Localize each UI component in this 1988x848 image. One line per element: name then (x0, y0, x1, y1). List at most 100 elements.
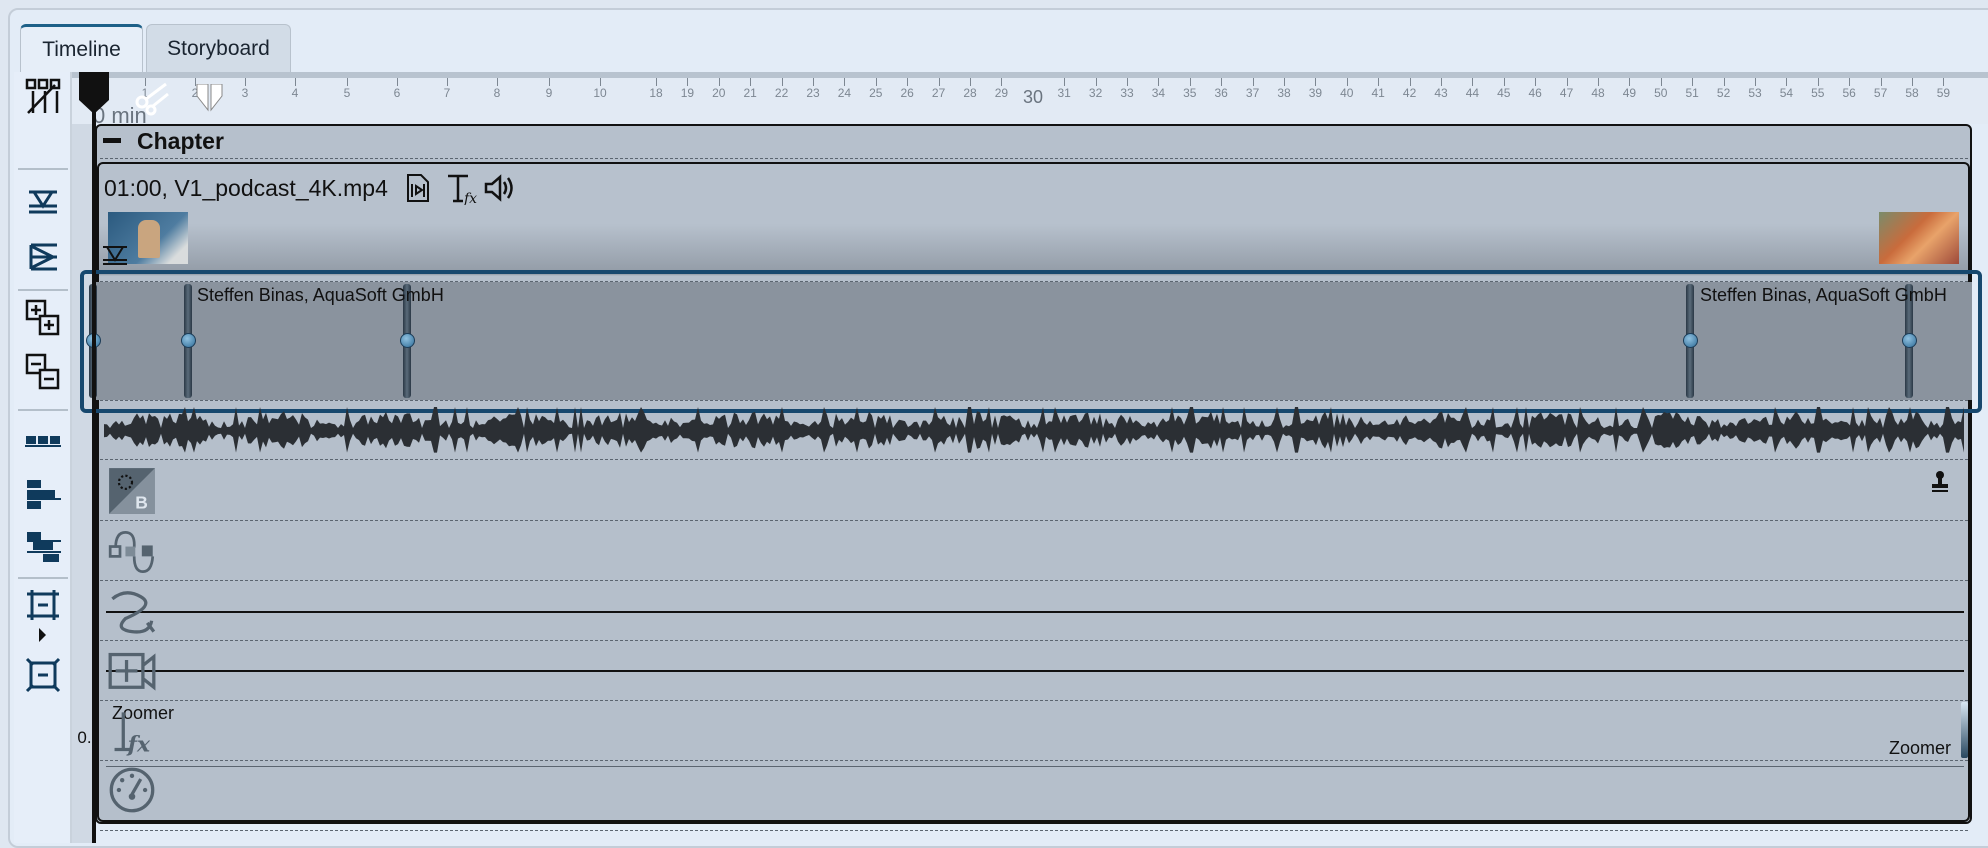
remove-tracks-icon (25, 353, 60, 390)
color-correction-icon[interactable]: B (108, 467, 156, 515)
zoomer-label-end: Zoomer (1889, 738, 1952, 758)
ruler-label: 48 (1591, 86, 1605, 100)
playhead-handle[interactable] (78, 72, 110, 114)
ruler-tick (1189, 78, 1191, 86)
ruler-label: 10 (593, 86, 607, 100)
ruler-label: 49 (1622, 86, 1637, 100)
ruler-tick (1598, 78, 1599, 86)
ruler-label: 32 (1088, 86, 1103, 100)
ruler-label: 50 (1654, 86, 1668, 100)
ruler-tick (781, 78, 783, 86)
ruler-label: 38 (1277, 86, 1291, 100)
text-effect-icon[interactable]: fx (446, 173, 478, 205)
stamp-icon[interactable] (1930, 470, 1950, 494)
insert-marker-icon (103, 246, 127, 265)
ruler-tick (1503, 78, 1505, 86)
clip-title: 01:00, V1_podcast_4K.mp4 (104, 175, 388, 201)
ruler-label: 54 (1779, 86, 1794, 100)
ruler-tick (497, 78, 498, 86)
ruler-label: 43 (1434, 86, 1448, 100)
ruler-label: 51 (1685, 86, 1699, 100)
ruler-label: 59 (1936, 86, 1951, 100)
scissors-icon[interactable] (134, 80, 174, 116)
ruler-label: 44 (1465, 86, 1480, 100)
tab-timeline[interactable]: Timeline (20, 24, 143, 72)
align-clips-button[interactable] (22, 422, 64, 462)
playhead-line (92, 96, 96, 843)
ruler-tick (1817, 78, 1819, 86)
ruler-label: 58 (1905, 86, 1919, 100)
ruler-tick (656, 78, 657, 86)
add-tracks-button[interactable] (22, 298, 64, 338)
video-clip[interactable] (97, 162, 1970, 822)
ruler-label: 24 (837, 86, 852, 100)
ruler-label: 6 (393, 86, 401, 100)
speed-icon[interactable] (108, 766, 156, 814)
ruler-tick (1252, 78, 1254, 86)
ruler-tick (718, 78, 720, 86)
tab-label: Storyboard (167, 36, 270, 60)
ruler-label: 33 (1120, 86, 1134, 100)
selected-track-highlight (80, 270, 1982, 413)
ruler-label: 35 (1183, 86, 1197, 100)
tab-storyboard[interactable]: Storyboard (146, 24, 291, 72)
ruler-tick (1943, 78, 1945, 86)
ruler-tick (1095, 78, 1097, 86)
ruler-tick (1880, 78, 1882, 86)
svg-text:fx: fx (126, 733, 151, 756)
align-center-button[interactable] (22, 528, 64, 568)
ruler-label: 41 (1371, 86, 1385, 100)
remove-gaps-icon (25, 78, 61, 114)
add-tracks-icon (25, 299, 60, 336)
collapse-tracks-button[interactable] (22, 585, 64, 625)
ruler-tick (750, 78, 752, 86)
ruler-label: 37 (1245, 86, 1260, 100)
timeline-toolbar (14, 72, 72, 843)
ruler-tick (397, 78, 398, 86)
ruler-label: 56 (1842, 86, 1856, 100)
ruler-tick (1315, 78, 1317, 86)
remove-gaps-button[interactable] (22, 76, 64, 116)
zoomer-right-handle[interactable] (1961, 702, 1968, 758)
ruler-label: 53 (1748, 86, 1762, 100)
ruler-tick (1849, 78, 1851, 86)
insert-above-button[interactable] (22, 182, 64, 222)
ruler-label: 4 (291, 86, 299, 100)
ruler-tick (1660, 78, 1662, 86)
ruler-tick (245, 78, 246, 86)
audio-icon[interactable] (484, 174, 514, 202)
ruler-tick (907, 78, 909, 86)
marker-icon[interactable] (196, 84, 224, 112)
ruler-label: 9 (545, 86, 553, 100)
keyframe-curve-icon[interactable] (108, 528, 156, 576)
ruler-label: 21 (743, 86, 757, 100)
audio-waveform[interactable] (104, 405, 1964, 457)
ruler-tick (1566, 78, 1568, 86)
ruler-label: 39 (1308, 86, 1323, 100)
ruler-tick (1284, 78, 1285, 86)
motion-path-icon[interactable] (108, 588, 156, 636)
ruler-label: 47 (1559, 86, 1574, 100)
align-left-button[interactable] (22, 476, 64, 516)
ruler-tick (1064, 78, 1066, 86)
camera-pan-icon[interactable] (108, 648, 156, 696)
ruler-label: 27 (931, 86, 946, 100)
ruler-tick (875, 78, 877, 86)
ruler-major-label: 30 (1023, 87, 1044, 107)
ruler-label: 31 (1057, 86, 1071, 100)
ruler-label: 46 (1528, 86, 1542, 100)
insert-below-button[interactable] (22, 237, 64, 277)
expand-arrow-icon[interactable] (39, 628, 46, 642)
ruler-tick (1158, 78, 1160, 86)
ruler-tick (1912, 78, 1913, 86)
remove-tracks-button[interactable] (22, 352, 64, 392)
ruler-tick (1786, 78, 1788, 86)
chapter-title: Chapter (137, 128, 224, 154)
video-file-icon[interactable] (406, 173, 430, 203)
ruler-label: 36 (1214, 86, 1228, 100)
align-center-icon (27, 532, 61, 562)
collapse-icon[interactable] (103, 138, 121, 143)
text-fx-icon[interactable]: fx (108, 708, 156, 756)
ruler-tick (687, 78, 689, 86)
expand-tracks-button[interactable] (22, 655, 64, 695)
